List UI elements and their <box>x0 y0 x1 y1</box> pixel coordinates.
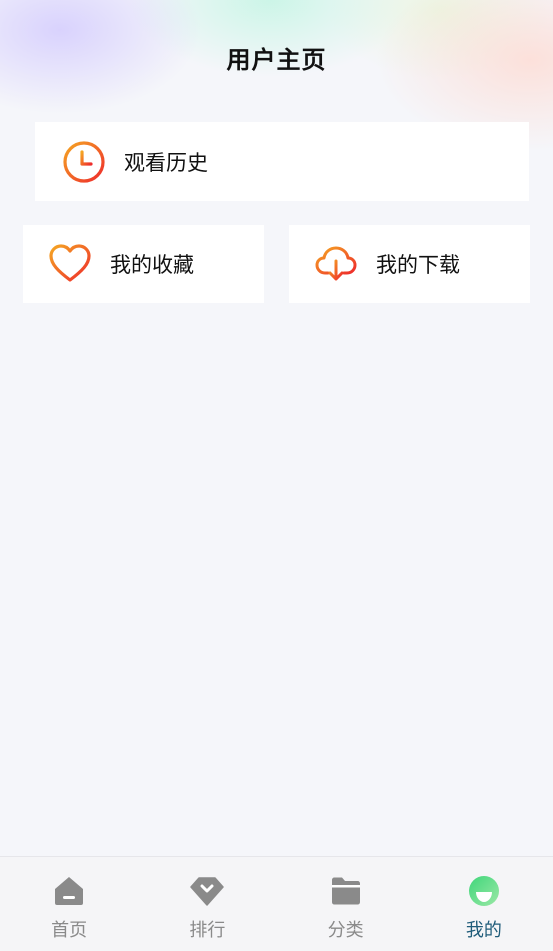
ranking-icon <box>189 873 225 909</box>
page-title: 用户主页 <box>226 46 327 74</box>
downloads-card[interactable]: 我的下载 <box>289 225 530 303</box>
tab-profile-label: 我的 <box>465 920 502 941</box>
cloud-download-icon <box>314 242 358 286</box>
favorites-label: 我的收藏 <box>110 253 194 277</box>
tab-profile[interactable]: 我的 <box>415 857 553 951</box>
tab-ranking-label: 排行 <box>189 920 226 941</box>
tab-category[interactable]: 分类 <box>277 857 415 951</box>
tab-home[interactable]: 首页 <box>0 857 138 951</box>
favorites-card[interactable]: 我的收藏 <box>23 225 264 303</box>
profile-icon <box>466 873 502 909</box>
history-card[interactable]: 观看历史 <box>35 122 529 201</box>
tab-category-label: 分类 <box>327 920 364 941</box>
clock-icon <box>62 140 106 184</box>
tab-ranking[interactable]: 排行 <box>138 857 276 951</box>
history-label: 观看历史 <box>124 150 208 175</box>
folder-icon <box>328 873 364 909</box>
tab-home-label: 首页 <box>51 920 88 941</box>
heart-icon <box>48 242 92 286</box>
downloads-label: 我的下载 <box>376 253 460 277</box>
bottom-tab-bar: 首页 排行 分类 我的 <box>0 856 553 951</box>
home-icon <box>51 873 87 909</box>
